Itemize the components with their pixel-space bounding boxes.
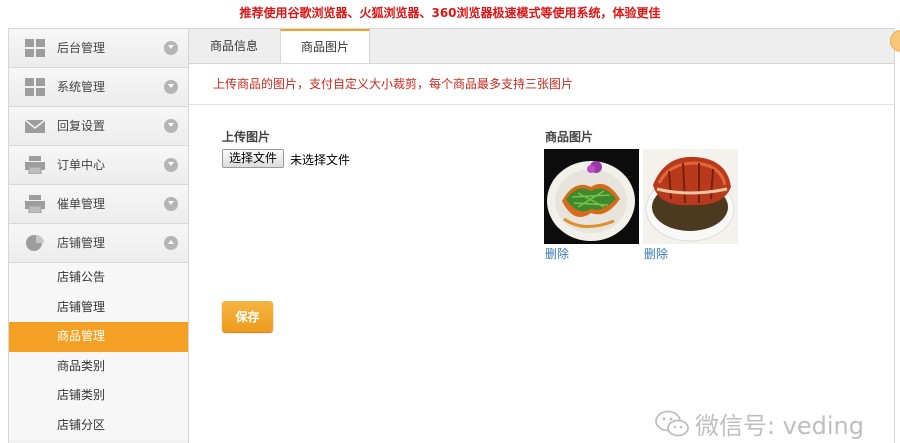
pie-chart-icon [26,235,44,251]
file-status: 未选择文件 [290,153,351,167]
main-panel: 商品信息 商品图片 上传商品的图片，支付自定义大小裁剪，每个商品最多支持三张图片… [189,28,895,443]
chevron-down-icon [164,197,178,211]
submenu-item-shop-zone[interactable]: 店铺分区 [9,411,188,441]
dish-vegetable-image [544,149,639,244]
product-image-thumbnail[interactable] [544,149,639,244]
chevron-down-icon [164,80,178,94]
product-images-label: 商品图片 [545,130,594,144]
sidebar-item-shop-management[interactable]: 店铺管理 [9,224,188,263]
chevron-down-icon [164,41,178,55]
tab-bar: 商品信息 商品图片 [189,29,894,64]
delete-image-link[interactable]: 删除 [545,245,569,262]
upload-notice: 上传商品的图片，支付自定义大小裁剪，每个商品最多支持三张图片 [189,64,894,105]
envelope-icon [25,119,45,133]
save-button[interactable]: 保存 [222,301,273,332]
upload-label: 上传图片 [222,130,271,144]
submenu-item-product-category[interactable]: 商品类别 [9,352,188,382]
submenu-item-product-manage[interactable]: 商品管理 [9,322,188,352]
chevron-down-icon [164,119,178,133]
sidebar-item-orders[interactable]: 订单中心 [9,146,188,185]
product-image-thumbnail[interactable] [643,149,738,244]
chevron-up-icon [164,236,178,250]
sidebar-item-system[interactable]: 系统管理 [9,68,188,107]
submenu-item-shop-manage[interactable]: 店铺管理 [9,293,188,323]
watermark-text: 微信号: veding [694,412,864,440]
sidebar-item-label: 催单管理 [57,197,106,211]
printer-icon [25,195,45,213]
grid-icon [25,39,45,57]
chevron-down-icon [164,158,178,172]
shop-submenu: 店铺公告 店铺管理 商品管理 商品类别 店铺类别 店铺分区 [9,263,188,440]
browser-recommendation-banner: 推荐使用谷歌浏览器、火狐浏览器、360浏览器极速模式等使用系统，体验更佳 [239,6,661,20]
sidebar-item-reply-settings[interactable]: 回复设置 [9,107,188,146]
sidebar-item-label: 回复设置 [57,119,106,133]
wechat-watermark: 微信号: veding [655,406,864,441]
wechat-icon [655,410,689,436]
sidebar-item-admin[interactable]: 后台管理 [9,29,188,68]
dish-braised-pork-image [643,149,738,244]
submenu-item-shop-category[interactable]: 店铺类别 [9,381,188,411]
tab-product-images[interactable]: 商品图片 [280,29,370,63]
printer-icon [25,156,45,174]
delete-image-link[interactable]: 删除 [644,245,668,262]
sidebar: 后台管理 系统管理 回复设置 订单中心 催单管理 店铺管理 店铺公告 店铺管理 … [8,28,189,443]
tab-product-info[interactable]: 商品信息 [189,29,279,63]
sidebar-item-label: 系统管理 [57,80,106,94]
sidebar-item-label: 后台管理 [57,41,106,55]
choose-file-button[interactable]: 选择文件 [222,149,285,168]
submenu-item-shop-notice[interactable]: 店铺公告 [9,263,188,293]
sidebar-item-label: 订单中心 [57,158,106,172]
grid-icon [25,78,45,96]
sidebar-item-label: 店铺管理 [57,236,106,250]
sidebar-item-reminders[interactable]: 催单管理 [9,185,188,224]
